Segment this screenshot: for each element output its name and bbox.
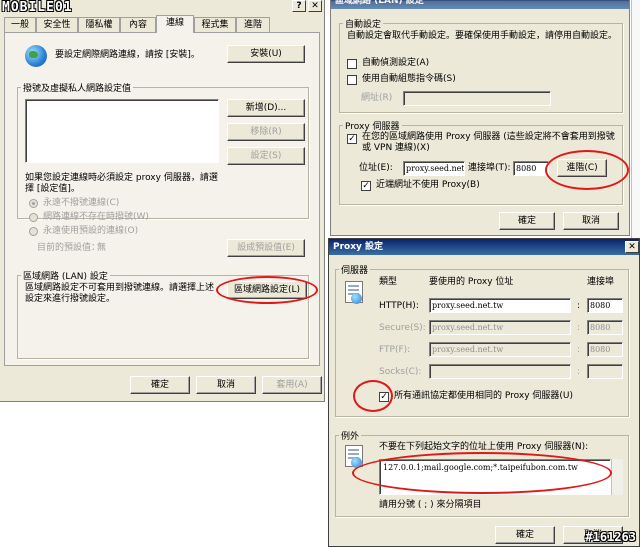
exceptions-icon: [345, 445, 363, 468]
always-dial-radio[interactable]: [29, 227, 38, 236]
proxy-ok-button[interactable]: 確定: [495, 526, 555, 544]
script-address-label: 網址(R): [361, 93, 393, 103]
lan-cancel-button[interactable]: 取消: [563, 212, 619, 230]
current-default-label: 目前的預設值：: [37, 243, 101, 253]
http-label: HTTP(H):: [379, 301, 419, 311]
use-proxy-label: 在您的區域網路使用 Proxy 伺服器 (這些設定將不會套用到撥號或 VPN 連…: [362, 132, 615, 153]
proxy-close-button[interactable]: ✕: [625, 241, 639, 253]
remove-button[interactable]: 移除(R): [227, 123, 305, 141]
servers-group-title: 伺服器: [339, 263, 371, 276]
use-proxy-checkbox[interactable]: ✓: [347, 134, 357, 144]
col-port-header: 連接埠: [587, 277, 615, 287]
auto-config-title: 自動設定: [343, 17, 384, 30]
never-dial-label: 永遠不撥號連線(C): [43, 198, 120, 208]
lan-group-title: 區域網路 (LAN) 設定: [21, 269, 110, 282]
set-default-button[interactable]: 設成預設值(E): [227, 239, 305, 257]
auto-script-checkbox[interactable]: [347, 75, 357, 85]
proxy-title: Proxy 設定: [333, 242, 384, 252]
watermark-id: #161263: [585, 530, 636, 544]
proxy-port-input[interactable]: 8080: [513, 161, 549, 176]
auto-detect-checkbox[interactable]: [347, 59, 357, 69]
lan-ok-button[interactable]: 確定: [499, 212, 555, 230]
auto-config-text: 自動設定會取代手動設定。要確保使用手動設定，請停用自動設定。: [347, 31, 618, 41]
help-title-button[interactable]: ?: [292, 0, 306, 12]
socks-colon: :: [577, 367, 581, 377]
setup-button[interactable]: 安裝(U): [227, 45, 305, 63]
dial-when-no-network-label: 網路連線不存在時撥號(W): [43, 212, 149, 222]
col-address-header: 要使用的 Proxy 位址: [429, 277, 514, 287]
http-port-input[interactable]: 8080: [587, 298, 623, 313]
secure-address-input[interactable]: proxy.seed.net.tw: [429, 320, 571, 335]
ftp-port-input[interactable]: 8080: [587, 342, 623, 357]
servers-icon: [345, 281, 363, 304]
advanced-button[interactable]: 進階(C): [557, 159, 607, 177]
same-proxy-checkbox[interactable]: ✓: [379, 392, 389, 402]
internet-options-dialog: ? ✕ 一般 安全性 隱私權 內容 連線 程式集 進階 要設定網際網路連線，請按…: [0, 0, 325, 402]
socks-address-input[interactable]: [429, 364, 571, 379]
secure-colon: :: [577, 323, 581, 333]
settings-button[interactable]: 設定(S): [227, 147, 305, 165]
ftp-address-input[interactable]: proxy.seed.net.tw: [429, 342, 571, 357]
http-address-input[interactable]: proxy.seed.net.tw: [429, 298, 571, 313]
tab-advanced[interactable]: 進階: [236, 17, 270, 32]
ok-button[interactable]: 確定: [130, 376, 190, 394]
always-dial-label: 永遠使用預設的連線(O): [43, 226, 139, 236]
script-address-input[interactable]: [403, 91, 551, 106]
lan-title-bar: 區域網路 (LAN) 設定: [331, 0, 629, 9]
tab-panel: 要設定網際網路連線，請按 [安裝]。 安裝(U) 撥號及虛擬私人網路設定值 新增…: [4, 32, 320, 366]
proxy-hint: 如果您設定連線時必須設定 proxy 伺服器，請選擇 [設定值]。: [25, 173, 218, 194]
http-colon: :: [577, 301, 581, 311]
proxy-address-label: 位址(E):: [359, 163, 393, 173]
ftp-colon: :: [577, 345, 581, 355]
col-type-header: 類型: [379, 277, 398, 287]
secure-label: Secure(S):: [379, 323, 426, 333]
tab-content[interactable]: 內容: [120, 17, 156, 32]
apply-button[interactable]: 套用(A): [262, 376, 322, 394]
close-title-button[interactable]: ✕: [308, 0, 322, 12]
proxy-title-bar: Proxy 設定: [329, 239, 639, 255]
never-dial-radio[interactable]: [29, 199, 38, 208]
tab-security[interactable]: 安全性: [36, 17, 78, 32]
setup-text: 要設定網際網路連線，請按 [安裝]。: [55, 50, 200, 60]
tab-privacy[interactable]: 隱私權: [78, 17, 120, 32]
current-default-value: 無: [97, 243, 107, 253]
proxy-server-title: Proxy 伺服器: [343, 119, 402, 132]
tab-programs[interactable]: 程式集: [194, 17, 236, 32]
same-proxy-label: 所有通訊協定都使用相同的 Proxy 伺服器(U): [394, 391, 573, 401]
lan-text: 區域網路設定不可套用到撥號連線。請選擇上述設定來進行撥號設定。: [25, 283, 215, 304]
proxy-settings-dialog: Proxy 設定 ✕ 伺服器 類型 要使用的 Proxy 位址 連接埠 HTTP…: [328, 238, 640, 547]
lan-settings-dialog: 區域網路 (LAN) 設定 自動設定 自動設定會取代手動設定。要確保使用手動設定…: [330, 0, 630, 236]
auto-detect-label: 自動偵測設定(A): [362, 58, 430, 68]
ftp-label: FTP(F):: [379, 345, 411, 355]
mobile01-logo: MOBILE01: [2, 0, 73, 15]
socks-label: Socks(C):: [379, 367, 422, 377]
bypass-local-label: 近端網址不使用 Proxy(B): [376, 180, 480, 190]
exceptions-value: 127.0.0.1;mail.google.com;*.taipeifubon.…: [383, 463, 578, 472]
separator-hint: 請用分號 ( ; ) 來分隔項目: [379, 500, 482, 510]
tab-connections[interactable]: 連線: [156, 15, 194, 33]
cancel-button[interactable]: 取消: [196, 376, 256, 394]
exceptions-scrollbar[interactable]: [611, 459, 623, 495]
exceptions-text: 不要在下列起始文字的位址上使用 Proxy 伺服器(N):: [379, 442, 589, 452]
proxy-address-input[interactable]: proxy.seed.net: [403, 161, 465, 176]
lan-settings-button[interactable]: 區域網路設定(L): [227, 281, 307, 299]
bypass-local-checkbox[interactable]: ✓: [361, 181, 371, 191]
exceptions-group-title: 例外: [339, 429, 362, 442]
add-button[interactable]: 新增(D)...: [227, 99, 305, 117]
socks-port-input[interactable]: [587, 364, 623, 379]
dialup-group-title: 撥號及虛擬私人網路設定值: [21, 81, 134, 94]
auto-script-label: 使用自動組態指令碼(S): [362, 74, 456, 84]
background-window-edge: [631, 0, 640, 240]
dial-when-no-network-radio[interactable]: [29, 213, 38, 222]
exceptions-input[interactable]: 127.0.0.1;mail.google.com;*.taipeifubon.…: [379, 459, 611, 495]
secure-port-input[interactable]: 8080: [587, 320, 623, 335]
connections-list[interactable]: [25, 99, 219, 163]
proxy-port-label: 連接埠(T):: [468, 163, 511, 173]
tab-general[interactable]: 一般: [4, 17, 36, 32]
globe-icon: [25, 45, 47, 67]
